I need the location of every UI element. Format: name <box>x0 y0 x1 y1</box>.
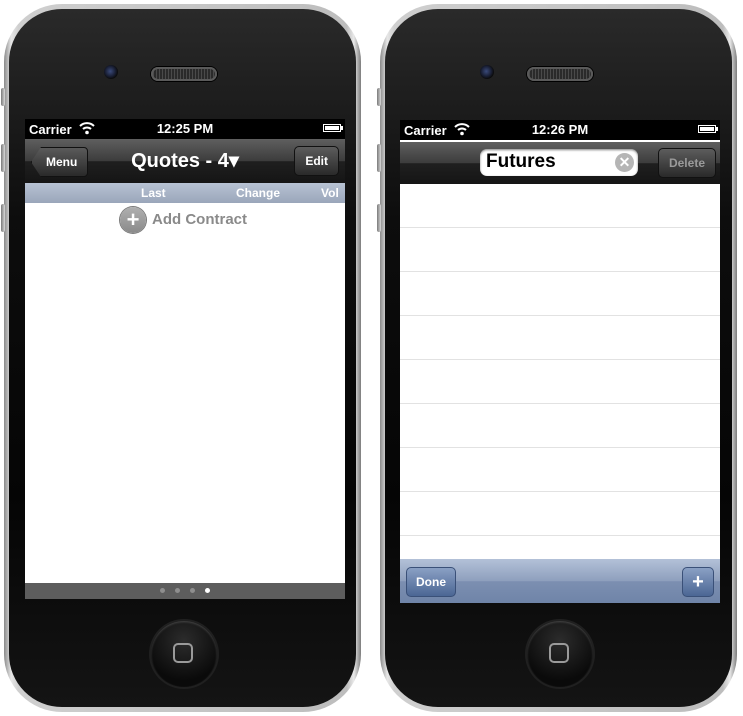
page-dot-2[interactable] <box>175 588 180 593</box>
mute-switch <box>377 88 381 106</box>
volume-down-button <box>377 204 381 232</box>
clear-icon[interactable]: ✕ <box>615 153 634 172</box>
status-time: 12:25 PM <box>156 121 214 136</box>
home-button-icon[interactable] <box>527 621 593 687</box>
speaker-icon <box>527 67 593 81</box>
column-vol: Vol <box>321 186 339 200</box>
column-last: Last <box>141 186 166 200</box>
right-screen: Carrier 12:26 PM Futures ✕ Delete Done + <box>400 120 720 603</box>
left-phone: Carrier 12:25 PM Menu Quotes - 4▾ Edit L… <box>1 4 361 712</box>
battery-icon <box>323 124 341 132</box>
column-change: Change <box>236 186 281 200</box>
phone-bezel: Carrier 12:25 PM Menu Quotes - 4▾ Edit L… <box>9 9 356 707</box>
home-button-icon[interactable] <box>151 621 217 687</box>
name-field[interactable]: Futures ✕ <box>480 149 638 176</box>
list-item[interactable] <box>400 360 720 404</box>
speaker-icon <box>151 67 217 81</box>
edit-button[interactable]: Edit <box>294 146 339 176</box>
battery-icon <box>698 125 716 133</box>
name-field-value[interactable]: Futures <box>486 151 556 173</box>
list-view[interactable] <box>400 184 720 580</box>
right-phone: Carrier 12:26 PM Futures ✕ Delete Done + <box>377 4 737 712</box>
bottom-toolbar: Done + <box>400 559 720 603</box>
list-item[interactable] <box>400 448 720 492</box>
home-square-icon <box>173 643 193 663</box>
volume-up-button <box>1 144 5 172</box>
volume-up-button <box>377 144 381 172</box>
camera-icon <box>104 65 118 79</box>
page-dot-4[interactable] <box>205 588 210 593</box>
list-item[interactable] <box>400 316 720 360</box>
home-square-icon <box>549 643 569 663</box>
navigation-bar: Menu Quotes - 4▾ Edit <box>25 139 345 183</box>
page-control-bar <box>25 583 345 599</box>
add-icon[interactable]: + <box>682 567 714 597</box>
column-header: Last Change Vol <box>25 183 345 203</box>
plus-circle-icon[interactable]: + <box>120 207 146 233</box>
status-time: 12:26 PM <box>531 122 589 137</box>
list-item[interactable] <box>400 404 720 448</box>
status-bar: Carrier 12:25 PM <box>25 119 345 139</box>
left-screen: Carrier 12:25 PM Menu Quotes - 4▾ Edit L… <box>25 119 345 599</box>
done-button[interactable]: Done <box>406 567 456 597</box>
battery-tip <box>716 127 718 131</box>
add-contract-label[interactable]: Add Contract <box>152 211 247 228</box>
volume-down-button <box>1 204 5 232</box>
delete-button[interactable]: Delete <box>657 148 716 178</box>
camera-icon <box>480 65 494 79</box>
page-control[interactable] <box>25 588 345 593</box>
list-item[interactable] <box>400 184 720 228</box>
mute-switch <box>1 88 5 106</box>
page-dot-3[interactable] <box>190 588 195 593</box>
phone-bezel: Carrier 12:26 PM Futures ✕ Delete Done + <box>385 9 732 707</box>
navigation-bar: Futures ✕ Delete <box>400 142 720 184</box>
status-bar: Carrier 12:26 PM <box>400 120 720 140</box>
list-item[interactable] <box>400 492 720 536</box>
list-item[interactable] <box>400 272 720 316</box>
battery-tip <box>341 126 343 130</box>
list-item[interactable] <box>400 228 720 272</box>
page-dot-1[interactable] <box>160 588 165 593</box>
